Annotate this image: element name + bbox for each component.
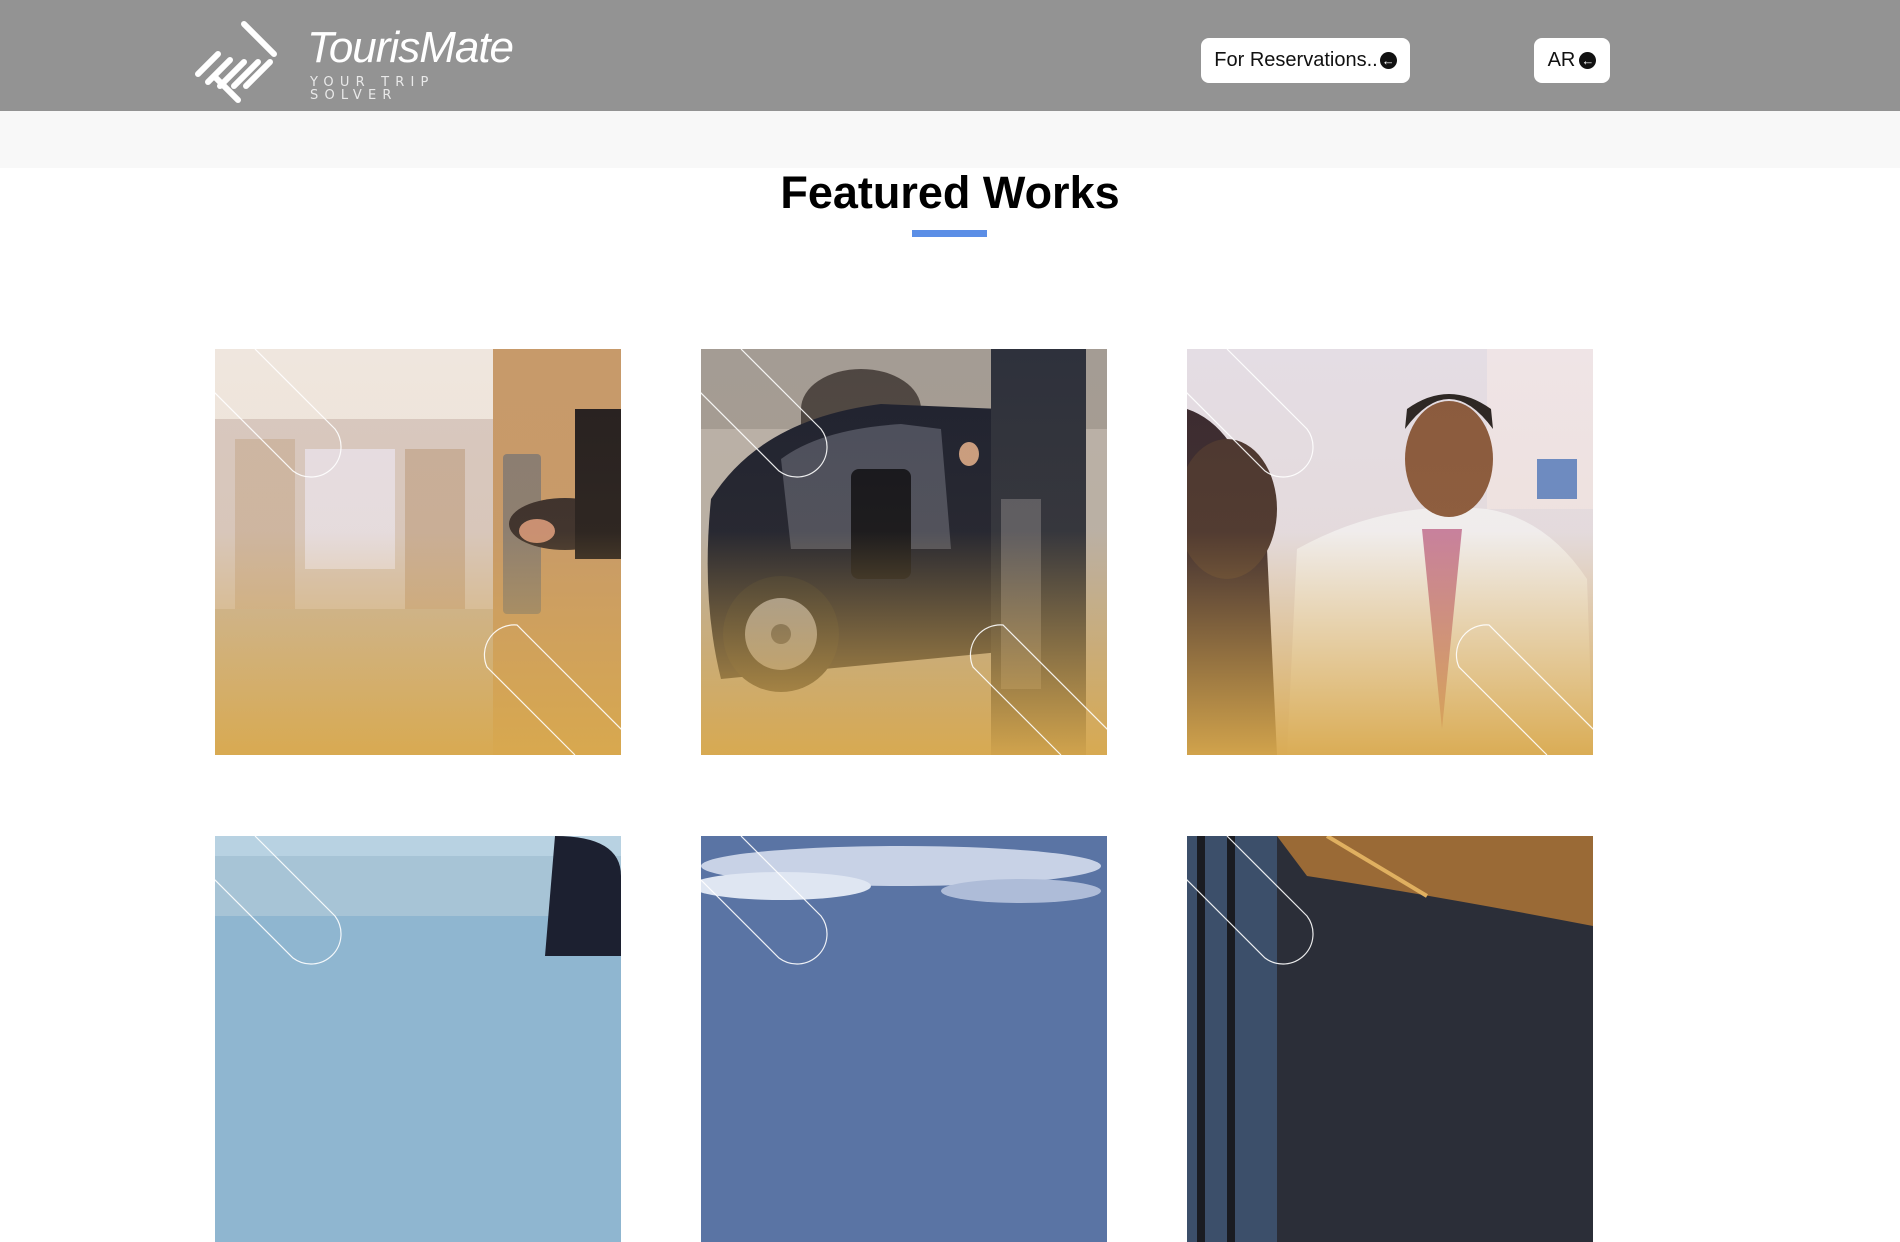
language-switch-button[interactable]: AR ←: [1534, 38, 1610, 83]
brand-name: TourisMate: [307, 23, 514, 72]
sky-clouds-photo: [701, 836, 1107, 1242]
circle-arrow-left-icon: ←: [1379, 52, 1397, 69]
site-header: TourisMate YOUR TRIP SOLVER For Reservat…: [0, 0, 1900, 111]
work-card-2[interactable]: [701, 349, 1107, 755]
doctor-consultation-photo: [1187, 349, 1593, 755]
hotel-door-photo: [215, 349, 621, 755]
work-card-6[interactable]: [1187, 836, 1593, 1242]
work-card-4[interactable]: [215, 836, 621, 1242]
office-meeting-photo: [215, 836, 621, 1242]
header-strip: [0, 111, 1900, 168]
language-label: AR: [1547, 49, 1576, 71]
brand-tagline: YOUR TRIP SOLVER: [310, 75, 435, 103]
circle-arrow-left-icon: ←: [1579, 52, 1597, 69]
work-card-3[interactable]: [1187, 349, 1593, 755]
reservations-button[interactable]: For Reservations.. ←: [1201, 38, 1410, 83]
logo-mark-icon: [195, 21, 277, 103]
title-underline: [912, 230, 987, 237]
brand-logo[interactable]: TourisMate YOUR TRIP SOLVER: [194, 20, 514, 104]
chauffeur-car-photo: [701, 349, 1107, 755]
work-card-1[interactable]: [215, 349, 621, 755]
section-title: Featured Works: [780, 167, 1120, 218]
work-card-5[interactable]: [701, 836, 1107, 1242]
reservations-label: For Reservations..: [1214, 49, 1378, 71]
building-facade-photo: [1187, 836, 1593, 1242]
